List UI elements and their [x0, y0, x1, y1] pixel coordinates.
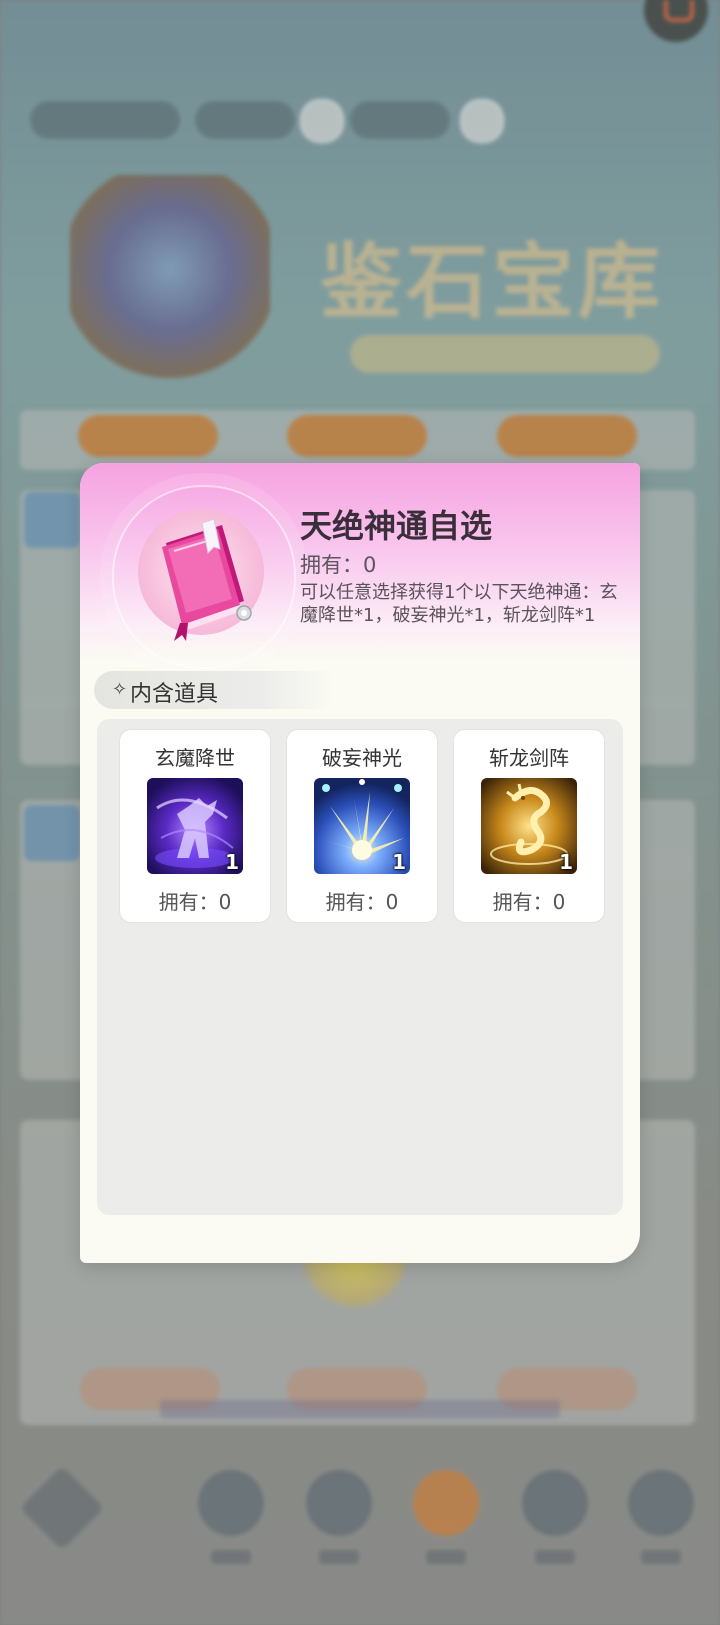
content-item-owned: 拥有：0	[158, 890, 232, 914]
golden-dragon-sword-icon: 1	[481, 778, 577, 874]
contents-section-header: ✧ 内含道具	[94, 671, 334, 709]
item-title: 天绝神通自选	[300, 507, 493, 545]
content-item-name: 斩龙剑阵	[489, 746, 569, 770]
content-item-card[interactable]: 玄魔降世 1 拥有：0	[119, 729, 271, 923]
content-item-name: 破妄神光	[322, 746, 402, 770]
content-item-owned: 拥有：0	[492, 890, 566, 914]
item-quantity: 1	[559, 850, 573, 874]
item-quantity: 1	[225, 850, 239, 874]
content-item-owned: 拥有：0	[325, 890, 399, 914]
content-item-name: 玄魔降世	[155, 746, 235, 770]
item-quantity: 1	[392, 850, 406, 874]
item-description: 可以任意选择获得1个以下天绝神通：玄魔降世*1，破妄神光*1，斩龙剑阵*1	[300, 582, 618, 626]
pink-book-icon	[162, 518, 252, 641]
divine-light-burst-icon: 1	[314, 778, 410, 874]
dark-demon-skill-icon: 1	[147, 778, 243, 874]
content-item-card[interactable]: 破妄神光 1 拥有：0	[286, 729, 438, 923]
sparkle-icon: ✧	[112, 679, 128, 700]
item-detail-popup: 天绝神通自选 拥有：0 可以任意选择获得1个以下天绝神通：玄魔降世*1，破妄神光…	[80, 463, 640, 1263]
item-owned-count: 拥有：0	[300, 553, 377, 577]
contents-grid: 玄魔降世 1 拥有：0 破妄神光 1 拥有：0 斩龙剑阵 1 拥有：0	[97, 719, 623, 1215]
contents-section-label: 内含道具	[130, 682, 219, 707]
popup-header: 天绝神通自选 拥有：0 可以任意选择获得1个以下天绝神通：玄魔降世*1，破妄神光…	[80, 463, 640, 669]
content-item-card[interactable]: 斩龙剑阵 1 拥有：0	[453, 729, 605, 923]
